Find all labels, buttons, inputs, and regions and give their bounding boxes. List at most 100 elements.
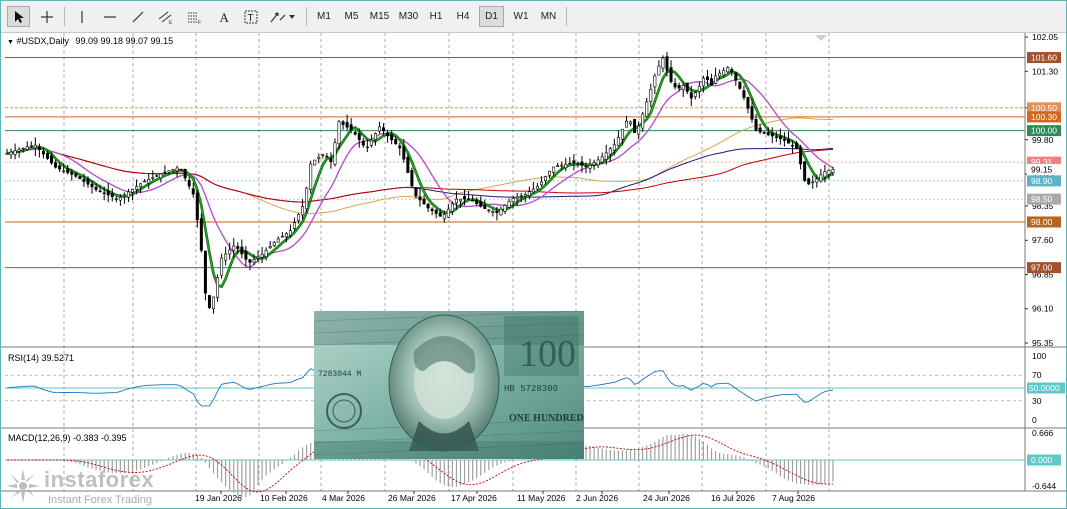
candle-body bbox=[633, 118, 637, 133]
date-tick-label: 7 Aug 2026 bbox=[772, 493, 815, 503]
timeframe-d1[interactable]: D1 bbox=[479, 6, 504, 27]
cursor-tool-button[interactable] bbox=[7, 6, 30, 27]
candle-body bbox=[292, 222, 296, 229]
candle-body bbox=[41, 150, 45, 155]
timeframe-m1[interactable]: M1 bbox=[312, 6, 336, 27]
candle-body bbox=[50, 155, 54, 164]
price-tick-label: 99.80 bbox=[1032, 135, 1054, 145]
candle-body bbox=[649, 89, 653, 102]
candle-body bbox=[564, 163, 568, 169]
candle-body bbox=[94, 186, 98, 190]
macd-tick-label: 0.000 bbox=[1031, 455, 1053, 465]
candle-body bbox=[256, 256, 260, 259]
candle-body bbox=[29, 145, 33, 147]
candle-body bbox=[588, 164, 592, 169]
timeframe-m15[interactable]: M15 bbox=[366, 6, 393, 27]
candle-body bbox=[758, 127, 762, 133]
candle-body bbox=[673, 83, 677, 88]
candle-body bbox=[637, 125, 641, 135]
candle-body bbox=[669, 67, 673, 82]
arrows-tool-dropdown[interactable] bbox=[267, 6, 299, 27]
candle-body bbox=[414, 187, 418, 197]
crosshair-tool-button[interactable] bbox=[35, 6, 58, 27]
fibonacci-icon: F bbox=[188, 12, 201, 24]
candle-body bbox=[337, 121, 341, 144]
timeframe-mn[interactable]: MN bbox=[536, 6, 561, 27]
fibonacci-tool-button[interactable]: F bbox=[183, 6, 205, 27]
candle-body bbox=[147, 178, 151, 184]
candle-body bbox=[220, 257, 224, 276]
rsi-tick-label: 30 bbox=[1032, 396, 1042, 406]
price-tick-label: 95.35 bbox=[1032, 338, 1054, 348]
instaforex-logo-icon bbox=[6, 469, 40, 503]
panel-collapse-icon[interactable]: ▼ bbox=[7, 39, 14, 46]
candle-body bbox=[791, 145, 795, 147]
candle-body bbox=[778, 135, 782, 140]
candle-body bbox=[394, 139, 398, 145]
candle-body bbox=[511, 198, 515, 203]
candle-body bbox=[596, 159, 600, 166]
candle-body bbox=[499, 208, 503, 216]
ohlc-readout: 99.09 99.18 99.07 99.15 bbox=[75, 36, 174, 46]
candle-body bbox=[102, 192, 106, 194]
level-tag-label: 98.00 bbox=[1031, 217, 1053, 227]
candle-body bbox=[143, 180, 147, 183]
timeframe-w1[interactable]: W1 bbox=[508, 6, 534, 27]
candle-body bbox=[471, 199, 475, 202]
timeframe-h1[interactable]: H1 bbox=[424, 6, 448, 27]
candle-body bbox=[442, 214, 446, 220]
candle-body bbox=[705, 76, 709, 80]
candle-body bbox=[98, 190, 102, 193]
level-tag-label: 97.00 bbox=[1031, 263, 1053, 273]
brand-tagline: Instant Forex Trading bbox=[48, 494, 152, 506]
candle-body bbox=[434, 210, 438, 214]
date-tick-label: 17 Apr 2026 bbox=[451, 493, 497, 503]
candle-body bbox=[754, 118, 758, 131]
candle-body bbox=[228, 249, 232, 255]
candle-body bbox=[782, 139, 786, 141]
candle-body bbox=[576, 163, 580, 166]
candle-body bbox=[272, 242, 276, 246]
timeframe-m5[interactable]: M5 bbox=[339, 6, 364, 27]
candle-body bbox=[495, 210, 499, 213]
candle-body bbox=[390, 134, 394, 141]
candle-body bbox=[600, 156, 604, 163]
trendline-icon bbox=[132, 11, 144, 22]
symbol-label: #USDX,Daily bbox=[16, 36, 69, 46]
candle-body bbox=[491, 211, 495, 213]
candle-body bbox=[195, 192, 199, 221]
candle-body bbox=[726, 67, 730, 73]
text-label-tool-button[interactable]: T bbox=[240, 6, 262, 27]
candle-body bbox=[58, 165, 62, 170]
ma-line-green bbox=[6, 69, 834, 288]
candle-body bbox=[325, 155, 329, 158]
horizontal-line-tool-button[interactable] bbox=[99, 6, 121, 27]
marker-tag-label: 99.15 bbox=[1031, 164, 1053, 174]
candle-body bbox=[665, 56, 669, 71]
candle-body bbox=[288, 230, 292, 236]
candle-body bbox=[531, 188, 535, 193]
date-tick-label: 4 Mar 2026 bbox=[322, 493, 365, 503]
candle-body bbox=[426, 203, 430, 209]
candle-body bbox=[260, 253, 264, 258]
candle-body bbox=[329, 158, 333, 162]
candle-body bbox=[714, 75, 718, 84]
candle-body bbox=[167, 170, 171, 173]
candle-body bbox=[175, 167, 179, 172]
candle-body bbox=[681, 85, 685, 90]
toolbar: E F A T M1 M5 M15 M30 H1 H4 D1 W1 MN bbox=[1, 1, 1066, 33]
vertical-line-tool-button[interactable] bbox=[71, 6, 93, 27]
candle-body bbox=[766, 132, 770, 135]
candle-body bbox=[321, 154, 325, 156]
timeframe-h4[interactable]: H4 bbox=[451, 6, 475, 27]
text-tool-button[interactable]: A bbox=[213, 6, 235, 27]
candle-body bbox=[697, 85, 701, 92]
trendline-tool-button[interactable] bbox=[127, 6, 149, 27]
equidistant-channel-tool-button[interactable]: E bbox=[155, 6, 177, 27]
candle-body bbox=[131, 188, 135, 193]
candle-body bbox=[463, 196, 467, 200]
candle-body bbox=[552, 166, 556, 173]
candle-body bbox=[507, 200, 511, 208]
price-tick-label: 96.10 bbox=[1032, 304, 1054, 314]
timeframe-m30[interactable]: M30 bbox=[395, 6, 422, 27]
